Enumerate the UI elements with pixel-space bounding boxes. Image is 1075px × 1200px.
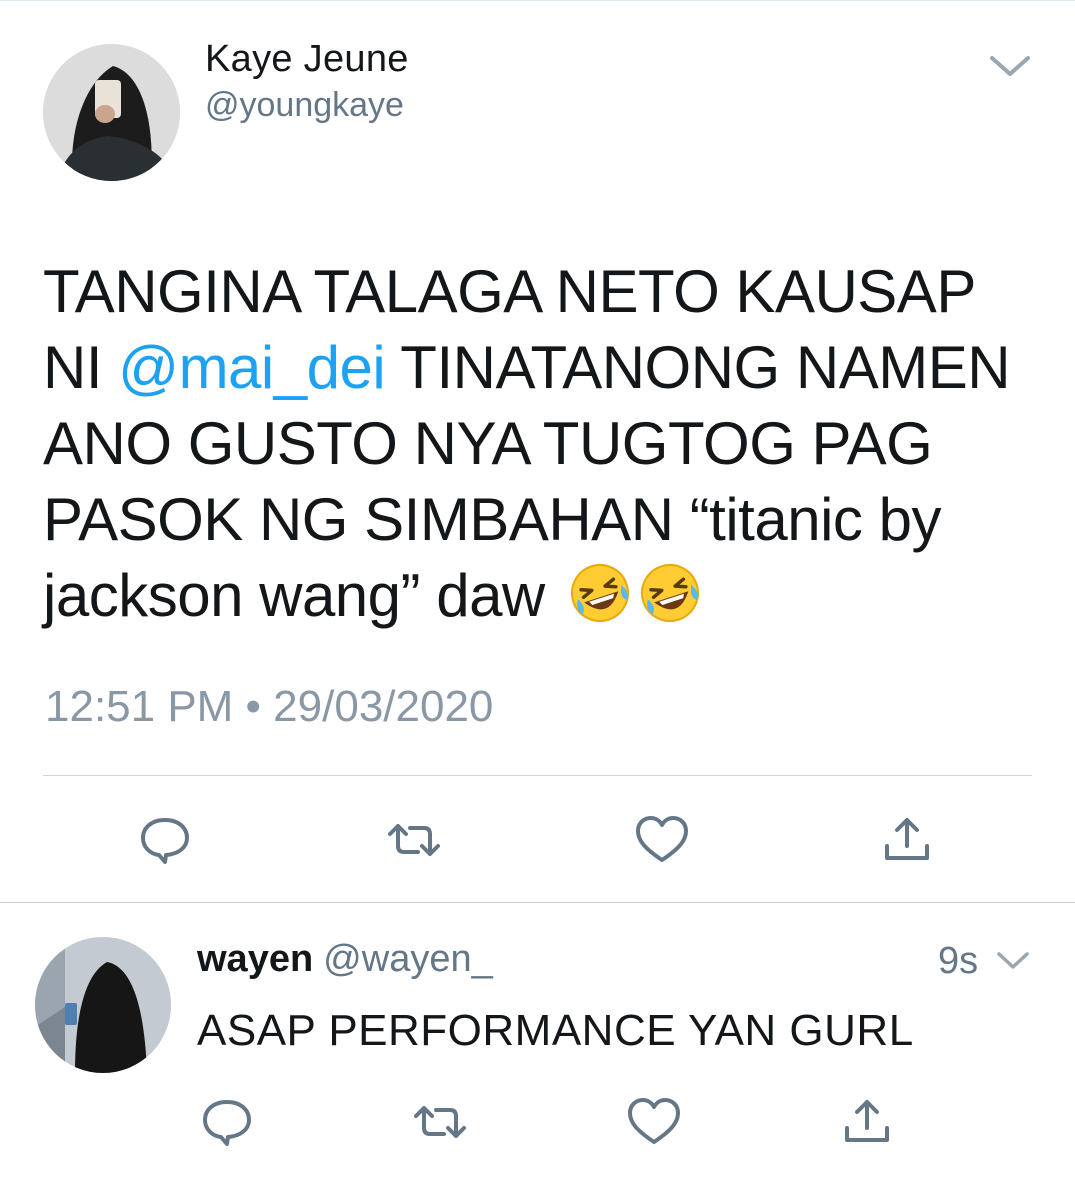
retweet-icon[interactable] xyxy=(386,812,442,868)
reply-icon[interactable] xyxy=(137,812,193,868)
tweet-text: TANGINA TALAGA NETO KAUSAP NI @mai_dei T… xyxy=(43,254,1033,634)
author-name[interactable]: wayen xyxy=(197,938,313,980)
tweet-timestamp[interactable]: 12:51 PM • 29/03/2020 xyxy=(45,682,493,732)
reply-time: 9s xyxy=(938,940,979,982)
rolling-on-floor-laughing-emoji-icon xyxy=(639,562,701,624)
chevron-down-icon[interactable] xyxy=(988,52,1032,80)
share-icon[interactable] xyxy=(879,814,935,870)
like-icon[interactable] xyxy=(626,1094,682,1150)
author-handle[interactable]: @wayen_ xyxy=(323,938,493,980)
top-border xyxy=(0,0,1075,1)
rolling-on-floor-laughing-emoji-icon xyxy=(569,562,631,624)
reply-text: ASAP PERFORMANCE YAN GURL xyxy=(197,1006,914,1055)
like-icon[interactable] xyxy=(634,812,690,868)
mention-link[interactable]: @mai_dei xyxy=(118,334,386,401)
reply-author-line[interactable]: wayen @wayen_ xyxy=(197,938,493,981)
avatar[interactable] xyxy=(35,937,171,1073)
avatar[interactable] xyxy=(43,44,180,181)
divider xyxy=(43,775,1032,776)
retweet-icon[interactable] xyxy=(412,1094,468,1150)
section-divider xyxy=(0,902,1075,903)
chevron-down-icon[interactable] xyxy=(996,950,1030,972)
share-icon[interactable] xyxy=(839,1096,895,1152)
author-handle[interactable]: @youngkaye xyxy=(205,86,404,125)
author-name[interactable]: Kaye Jeune xyxy=(205,38,409,81)
reply-icon[interactable] xyxy=(199,1094,255,1150)
